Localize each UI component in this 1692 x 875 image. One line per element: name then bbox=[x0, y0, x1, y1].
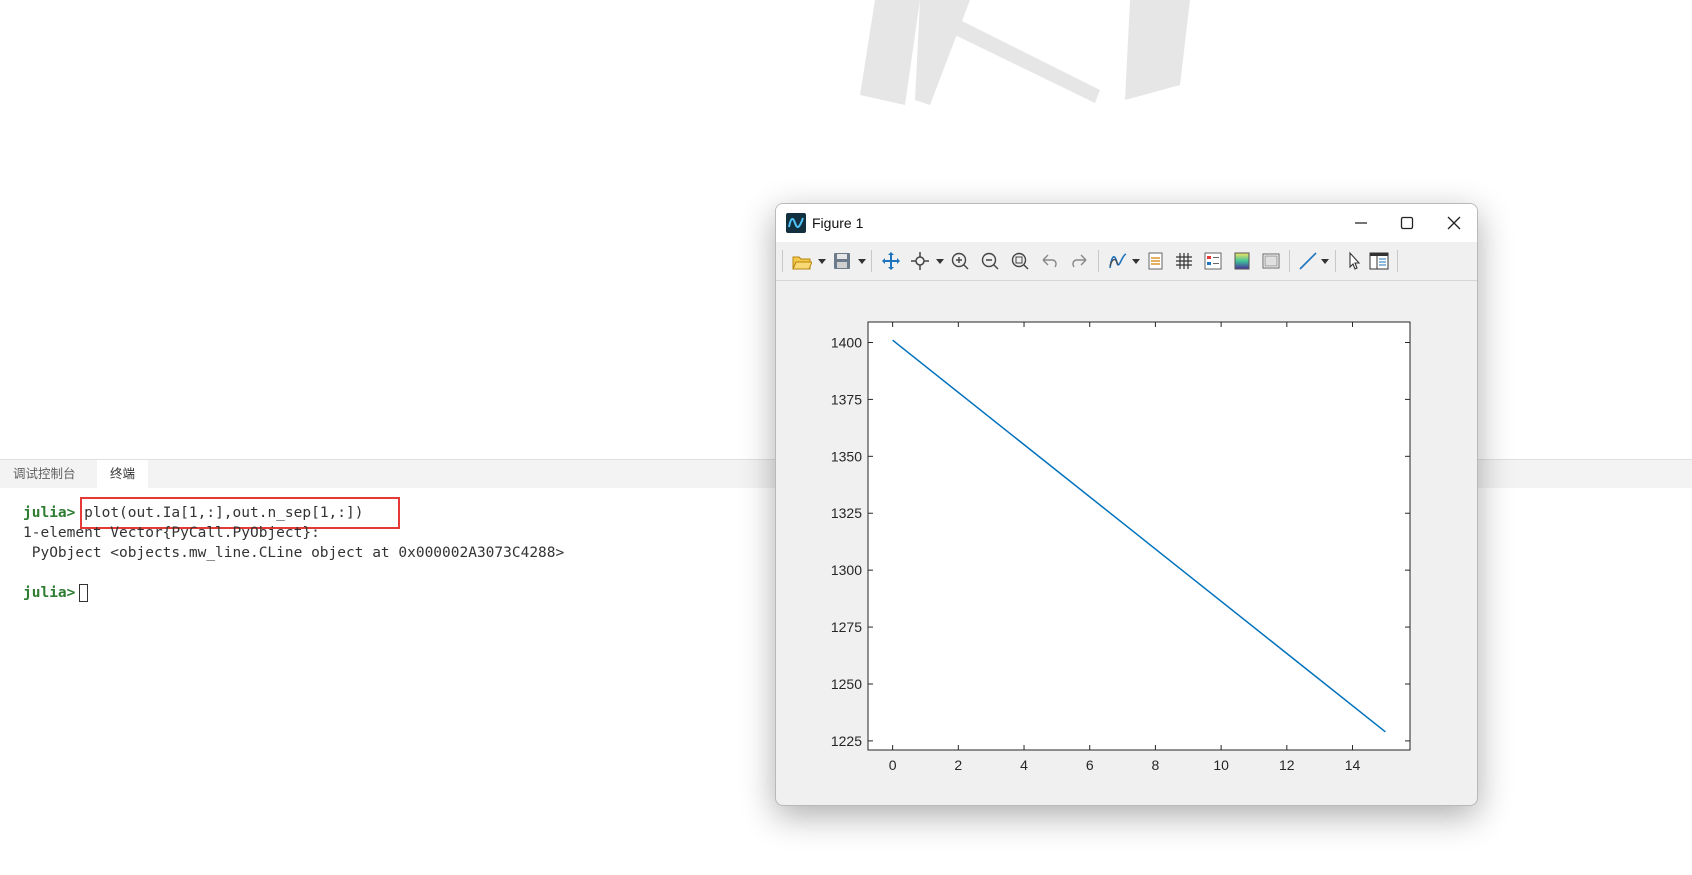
plot-style-icon[interactable] bbox=[1108, 251, 1128, 271]
y-tick-label: 1250 bbox=[831, 676, 862, 692]
select-pointer-icon[interactable] bbox=[1344, 251, 1364, 271]
x-tick-label: 8 bbox=[1152, 757, 1160, 773]
close-icon bbox=[1447, 216, 1461, 230]
minimize-icon bbox=[1355, 222, 1367, 224]
colorbar-icon[interactable] bbox=[1232, 251, 1252, 271]
chevron-down-icon[interactable] bbox=[818, 259, 826, 264]
toolbar-separator bbox=[782, 250, 783, 272]
x-tick-label: 6 bbox=[1086, 757, 1094, 773]
redo-icon[interactable] bbox=[1069, 251, 1089, 271]
tab-label: 调试控制台 bbox=[13, 466, 76, 481]
y-tick-label: 1325 bbox=[831, 505, 862, 521]
toolbar-separator bbox=[1335, 250, 1336, 272]
grid-icon[interactable] bbox=[1174, 251, 1194, 271]
chevron-down-icon[interactable] bbox=[1321, 259, 1329, 264]
maximize-button[interactable] bbox=[1384, 204, 1430, 242]
undo-icon[interactable] bbox=[1040, 251, 1060, 271]
zoom-in-icon[interactable] bbox=[950, 251, 970, 271]
plot-canvas[interactable]: 0 2 4 6 8 10 12 14 1225 1250 1275 1300 1325 1350 1375 1… bbox=[776, 281, 1477, 804]
zoom-fit-icon[interactable] bbox=[1010, 251, 1030, 271]
minimize-button[interactable] bbox=[1338, 204, 1384, 242]
axes-frame-icon[interactable] bbox=[1261, 251, 1281, 271]
y-tick-label: 1275 bbox=[831, 619, 862, 635]
x-tick-label: 2 bbox=[954, 757, 962, 773]
figure-title-bar[interactable]: Figure 1 bbox=[776, 204, 1477, 242]
terminal-input-line[interactable]: julia> bbox=[23, 583, 89, 603]
figure-window: Figure 1 0 2 4 6 8 10 12 14 1225 1250 12… bbox=[775, 203, 1478, 806]
tab-terminal[interactable]: 终端 bbox=[97, 460, 149, 488]
chevron-down-icon[interactable] bbox=[858, 259, 866, 264]
y-tick-label: 1375 bbox=[831, 391, 862, 407]
y-tick-label: 1300 bbox=[831, 562, 862, 578]
x-tick-label: 10 bbox=[1213, 757, 1229, 773]
panel-layout-icon[interactable] bbox=[1369, 251, 1389, 271]
tab-label: 终端 bbox=[110, 466, 136, 481]
line-tool-icon[interactable] bbox=[1298, 251, 1318, 271]
julia-prompt: julia> bbox=[23, 505, 76, 521]
x-tick-label: 0 bbox=[889, 757, 897, 773]
matlab-figure-icon bbox=[786, 213, 806, 233]
legend-icon[interactable] bbox=[1145, 251, 1165, 271]
close-button[interactable] bbox=[1431, 204, 1477, 242]
vscode-watermark-logo bbox=[860, 0, 1190, 105]
figure-toolbar bbox=[776, 242, 1477, 281]
terminal-output-line: PyObject <objects.mw_line.CLine object a… bbox=[23, 545, 565, 561]
terminal-cursor bbox=[79, 584, 89, 602]
y-tick-label: 1350 bbox=[831, 448, 862, 464]
toolbar-separator bbox=[1397, 250, 1398, 272]
y-tick-label: 1400 bbox=[831, 334, 862, 350]
terminal-output-line: 1-element Vector{PyCall.PyObject}: bbox=[23, 525, 320, 541]
tab-debug-console[interactable]: 调试控制台 bbox=[0, 460, 89, 488]
julia-prompt: julia> bbox=[23, 585, 76, 601]
toolbar-separator bbox=[1289, 250, 1290, 272]
window-title: Figure 1 bbox=[812, 215, 864, 231]
toolbar-separator bbox=[871, 250, 872, 272]
y-tick-label: 1225 bbox=[831, 733, 862, 749]
property-editor-icon[interactable] bbox=[1203, 251, 1223, 271]
zoom-out-icon[interactable] bbox=[980, 251, 1000, 271]
x-tick-label: 4 bbox=[1020, 757, 1028, 773]
maximize-icon bbox=[1400, 216, 1414, 230]
chevron-down-icon[interactable] bbox=[1132, 259, 1140, 264]
save-icon[interactable] bbox=[832, 251, 852, 271]
x-tick-label: 12 bbox=[1279, 757, 1295, 773]
pan-icon[interactable] bbox=[881, 251, 901, 271]
x-tick-label: 14 bbox=[1345, 757, 1361, 773]
data-cursor-icon[interactable] bbox=[910, 251, 930, 271]
open-file-icon[interactable] bbox=[792, 251, 812, 271]
chevron-down-icon[interactable] bbox=[936, 259, 944, 264]
toolbar-separator bbox=[1098, 250, 1099, 272]
